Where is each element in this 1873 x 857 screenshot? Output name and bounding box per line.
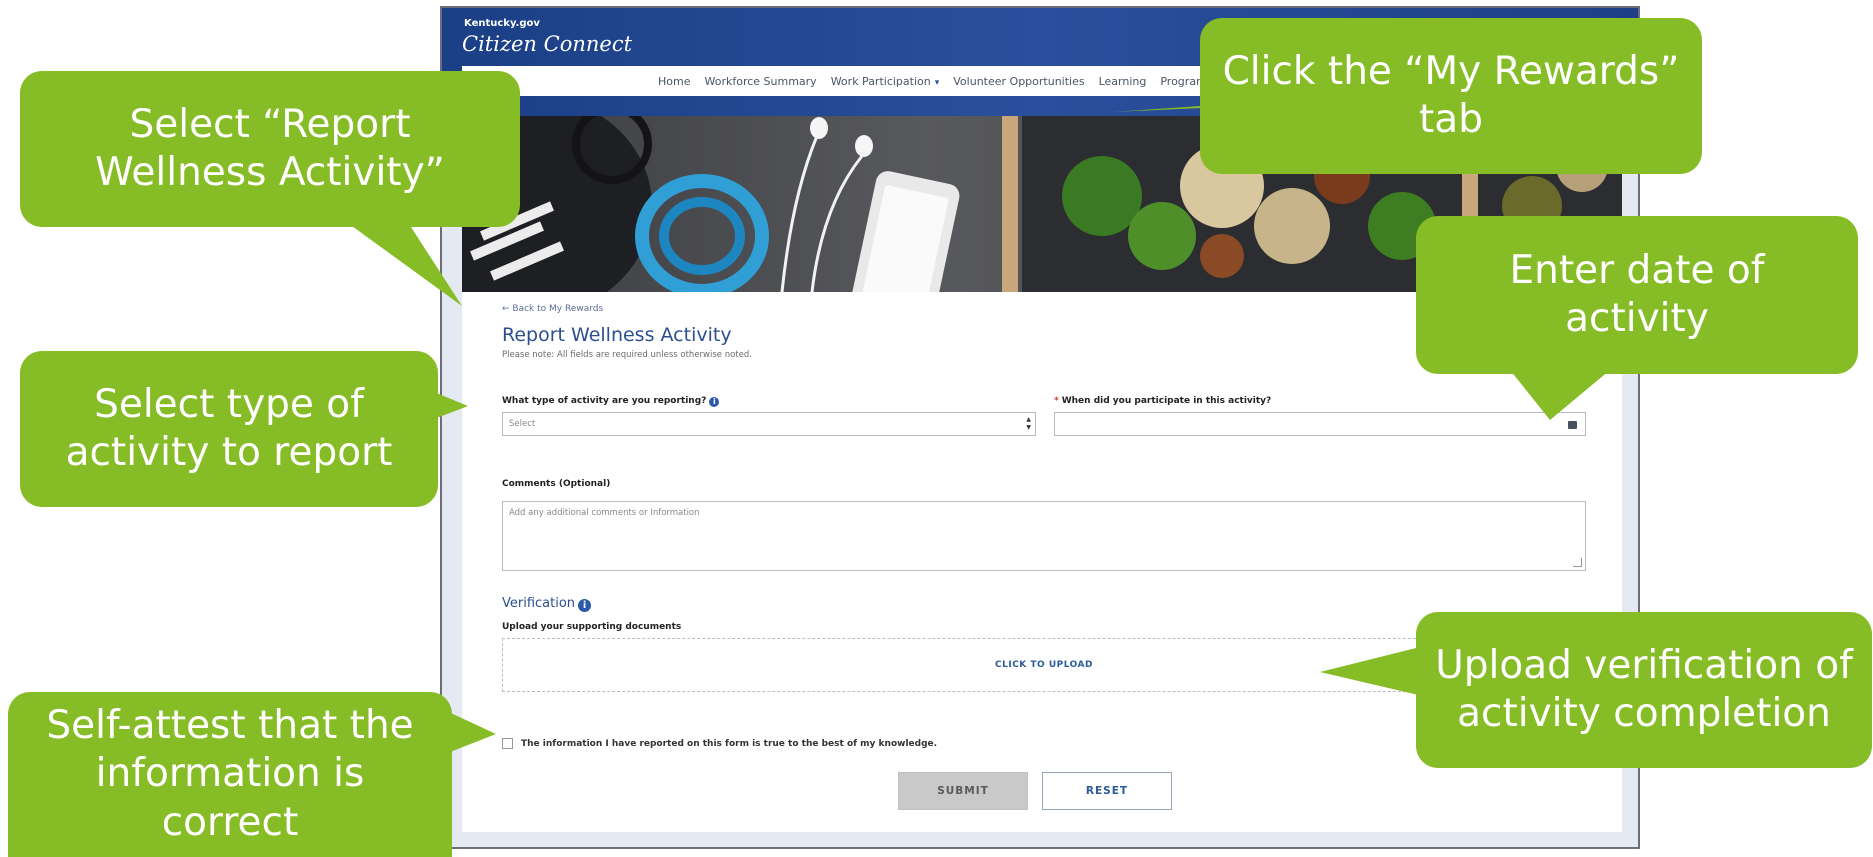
hero-illustration bbox=[462, 116, 1622, 292]
calendar-icon[interactable] bbox=[1568, 421, 1577, 429]
comments-textarea[interactable]: Add any additional comments or Informati… bbox=[502, 501, 1586, 571]
activity-type-select[interactable]: Select ▲ ▼ bbox=[502, 412, 1036, 436]
attestation-checkbox[interactable] bbox=[502, 738, 513, 749]
verification-section-title: Verification i bbox=[502, 596, 592, 612]
activity-date-input[interactable] bbox=[1054, 412, 1586, 436]
submit-button[interactable]: SUBMIT bbox=[898, 772, 1028, 810]
nav-work-participation-label: Work Participation bbox=[830, 74, 931, 88]
resize-handle-icon[interactable] bbox=[1573, 558, 1582, 567]
activity-type-label-text: What type of activity are you reporting? bbox=[502, 396, 707, 406]
nav-learning[interactable]: Learning bbox=[1099, 75, 1147, 88]
attestation-row[interactable]: The information I have reported on this … bbox=[502, 738, 937, 749]
select-arrows-icon: ▲ ▼ bbox=[1026, 416, 1031, 431]
activity-type-placeholder: Select bbox=[509, 419, 536, 429]
report-form-panel: ← Back to My Rewards Report Wellness Act… bbox=[462, 292, 1622, 832]
activity-type-label: What type of activity are you reporting?… bbox=[502, 396, 720, 407]
verification-title-text: Verification bbox=[502, 596, 576, 611]
upload-label: Upload your supporting documents bbox=[502, 622, 682, 632]
page-title: Report Wellness Activity bbox=[502, 324, 732, 346]
attestation-text: The information I have reported on this … bbox=[521, 738, 938, 749]
required-fields-note: Please note: All fields are required unl… bbox=[502, 350, 752, 360]
brand-logo[interactable]: Citizen Connect bbox=[462, 32, 632, 56]
site-header: Kentucky.gov Citizen Connect bbox=[442, 8, 1638, 118]
reset-button[interactable]: RESET bbox=[1042, 772, 1172, 810]
info-icon[interactable]: i bbox=[709, 397, 720, 407]
nav-workforce-summary[interactable]: Workforce Summary bbox=[704, 75, 816, 88]
info-icon[interactable]: i bbox=[578, 599, 592, 612]
nav-program[interactable]: Program bbox=[1160, 75, 1206, 88]
nav-work-participation[interactable]: Work Participation ▾ bbox=[831, 75, 940, 88]
hero-banner-image bbox=[462, 116, 1622, 292]
callout-self-attest: Self-attest that the information is corr… bbox=[8, 692, 452, 857]
screenshot-frame: Kentucky.gov Citizen Connect Home Workfo… bbox=[440, 6, 1640, 849]
comments-placeholder: Add any additional comments or Informati… bbox=[509, 508, 700, 518]
nav-home[interactable]: Home bbox=[658, 75, 690, 88]
nav-volunteer-opportunities[interactable]: Volunteer Opportunities bbox=[953, 75, 1084, 88]
activity-date-label: * When did you participate in this activi… bbox=[1054, 396, 1271, 406]
back-to-rewards-link[interactable]: ← Back to My Rewards bbox=[502, 304, 603, 314]
required-marker: * bbox=[1054, 396, 1059, 406]
activity-date-label-text: When did you participate in this activit… bbox=[1061, 396, 1272, 406]
chevron-down-icon: ▾ bbox=[934, 77, 940, 88]
main-nav: Home Workforce Summary Work Participatio… bbox=[462, 66, 1638, 96]
callout-select-type: Select type of activity to report bbox=[20, 351, 438, 507]
upload-dropzone[interactable]: CLICK TO UPLOAD bbox=[502, 638, 1586, 692]
upload-button-label: CLICK TO UPLOAD bbox=[995, 660, 1093, 670]
comments-label: Comments (Optional) bbox=[502, 479, 611, 489]
brand-top-label: Kentucky.gov bbox=[464, 18, 540, 29]
